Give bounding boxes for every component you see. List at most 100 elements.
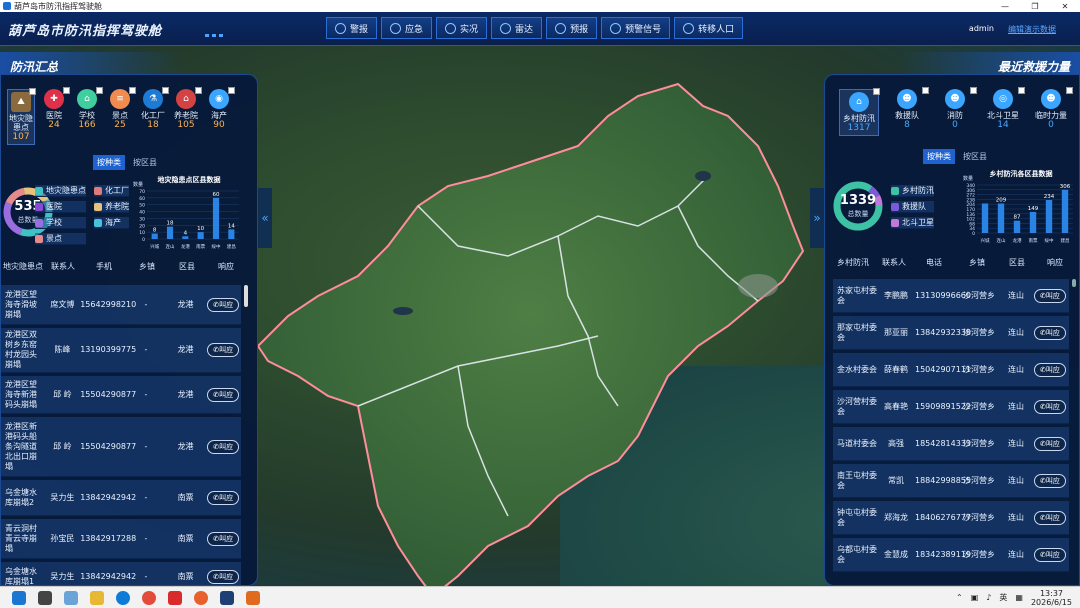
checkbox[interactable] (63, 87, 70, 94)
checkbox[interactable] (129, 87, 136, 94)
legend-swatch (35, 234, 43, 243)
row-cell: 连山 (1008, 438, 1024, 448)
checkbox[interactable] (1066, 87, 1073, 94)
call-button[interactable]: ✆叫应 (1034, 436, 1066, 451)
call-button[interactable]: ✆叫应 (207, 531, 240, 546)
table-row: 南王屯村委会 常凯 18842998855 沙河营乡 连山 ✆叫应 (833, 464, 1069, 498)
nav-alarm[interactable]: 警报 (326, 17, 378, 39)
category-fire[interactable]: ☻ 消防 0 (935, 87, 977, 136)
tray-chevron-icon[interactable]: ⌃ (956, 593, 963, 602)
collapse-left-button[interactable]: « (258, 188, 272, 248)
maximize-button[interactable]: ❐ (1020, 2, 1050, 11)
toggle-by-district[interactable]: 按区县 (129, 155, 161, 170)
toggle-by-type[interactable]: 按种类 (93, 155, 125, 170)
call-button[interactable]: ✆叫应 (207, 343, 240, 357)
row-name: 乌都屯村委会 (837, 544, 877, 564)
call-button[interactable]: ✆叫应 (207, 297, 240, 312)
checkbox[interactable] (922, 87, 929, 94)
edge-icon[interactable] (116, 590, 130, 605)
call-button[interactable]: ✆叫应 (1034, 362, 1066, 377)
nav-live[interactable]: 实况 (436, 17, 488, 39)
app-icon[interactable] (194, 590, 208, 605)
legend-item: 养老院 (94, 201, 129, 213)
clock[interactable]: 13:37 2026/6/15 (1031, 589, 1072, 607)
category-beidou[interactable]: ◎ 北斗卫星 14 (983, 87, 1025, 136)
wps-icon[interactable] (168, 590, 182, 605)
category-temporary[interactable]: ☻ 临时力量 0 (1031, 87, 1073, 136)
row-name: 金水村委会 (837, 364, 877, 374)
left-scrollbar[interactable] (244, 285, 248, 307)
checkbox[interactable] (29, 88, 36, 95)
row-cell: 沙河营乡 (963, 290, 995, 300)
grid-icon[interactable]: ▦ (1015, 593, 1023, 602)
folder-icon[interactable] (90, 590, 104, 605)
row-cell: 龙港 (177, 441, 194, 451)
checkbox[interactable] (1018, 87, 1025, 94)
volume-icon[interactable]: ♪ (986, 593, 991, 602)
category-nursing-home[interactable]: ⌂ 养老院 105 (172, 87, 202, 145)
checkbox[interactable] (162, 87, 169, 94)
user-name[interactable]: admin (969, 24, 994, 35)
team-icon: ☻ (897, 89, 917, 109)
y-tick-label: 50 (139, 203, 145, 209)
call-button[interactable]: ✆叫应 (207, 569, 240, 584)
call-button[interactable]: ✆叫应 (1034, 473, 1066, 488)
nav-emergency[interactable]: 应急 (381, 17, 433, 39)
toggle-by-type[interactable]: 按种类 (923, 149, 955, 164)
category-rescue-team[interactable]: ☻ 救援队 8 (887, 87, 929, 136)
checkbox[interactable] (195, 87, 202, 94)
call-button[interactable]: ✆叫应 (1034, 325, 1066, 340)
checkbox[interactable] (96, 87, 103, 94)
row-name: 龙港区新港码头船条沟隧道北出口崩塌 (5, 421, 37, 471)
category-hazard[interactable]: ⛰ 地灾隐患点 107 (7, 88, 36, 145)
minimize-button[interactable]: — (990, 2, 1020, 11)
col-header: 乡镇 (139, 262, 155, 271)
y-axis-label: 数量 (133, 181, 143, 188)
call-button[interactable]: ✆叫应 (1034, 288, 1066, 303)
call-button[interactable]: ✆叫应 (1034, 399, 1066, 414)
network-icon[interactable]: ▣ (971, 593, 979, 602)
call-button[interactable]: ✆叫应 (207, 387, 240, 402)
checkbox[interactable] (228, 87, 235, 94)
task-view-icon[interactable] (38, 590, 52, 605)
nav-warning-signal[interactable]: 预警信号 (601, 17, 671, 39)
call-button[interactable]: ✆叫应 (1034, 510, 1066, 525)
close-button[interactable]: ✕ (1050, 2, 1080, 11)
row-cell: 13842917288 (80, 533, 137, 543)
city-boundary-map[interactable] (258, 76, 818, 586)
row-cell: 席文博 (50, 299, 75, 309)
windows-start-icon[interactable] (12, 590, 26, 605)
app-icon[interactable] (64, 590, 78, 605)
call-button[interactable]: ✆叫应 (1034, 547, 1066, 562)
category-school[interactable]: ⌂ 学校 166 (73, 87, 103, 145)
checkbox[interactable] (970, 87, 977, 94)
chrome-icon[interactable] (142, 590, 156, 605)
firefighter-icon: ☻ (945, 89, 965, 109)
category-scenic[interactable]: ≡ 景点 25 (106, 87, 136, 145)
x-tick-label: 龙港 (181, 243, 190, 250)
category-chemical[interactable]: ⚗ 化工厂 18 (139, 87, 169, 145)
nav-forecast[interactable]: 预报 (546, 17, 598, 39)
call-button[interactable]: ✆叫应 (207, 439, 240, 454)
nav-evacuation[interactable]: 转移人口 (674, 17, 744, 39)
row-cell: 连山 (1008, 290, 1024, 300)
app-icon[interactable] (220, 590, 234, 605)
edit-demo-data-link[interactable]: 编辑演示数据 (1008, 24, 1056, 35)
people-icon (683, 22, 695, 34)
col-header: 电话 (926, 258, 942, 267)
app-icon[interactable] (246, 590, 260, 605)
category-hospital[interactable]: ✚ 医院 24 (40, 87, 70, 145)
nav-radar[interactable]: 雷达 (491, 17, 543, 39)
col-header: 乡镇 (969, 258, 985, 267)
collapse-right-button[interactable]: » (810, 188, 824, 248)
right-scrollbar[interactable] (1072, 279, 1076, 287)
row-cell: 13842942942 (80, 492, 137, 502)
toggle-by-district[interactable]: 按区县 (959, 149, 991, 164)
category-seafood[interactable]: ◉ 海产 90 (205, 87, 235, 145)
row-cell: 13842932338 (915, 327, 971, 337)
ime-indicator[interactable]: 英 (999, 592, 1007, 603)
reservoir (695, 171, 711, 181)
call-button[interactable]: ✆叫应 (207, 490, 240, 505)
category-village-flood[interactable]: ⌂ 乡村防汛 1317 (839, 88, 880, 136)
checkbox[interactable] (873, 88, 880, 95)
